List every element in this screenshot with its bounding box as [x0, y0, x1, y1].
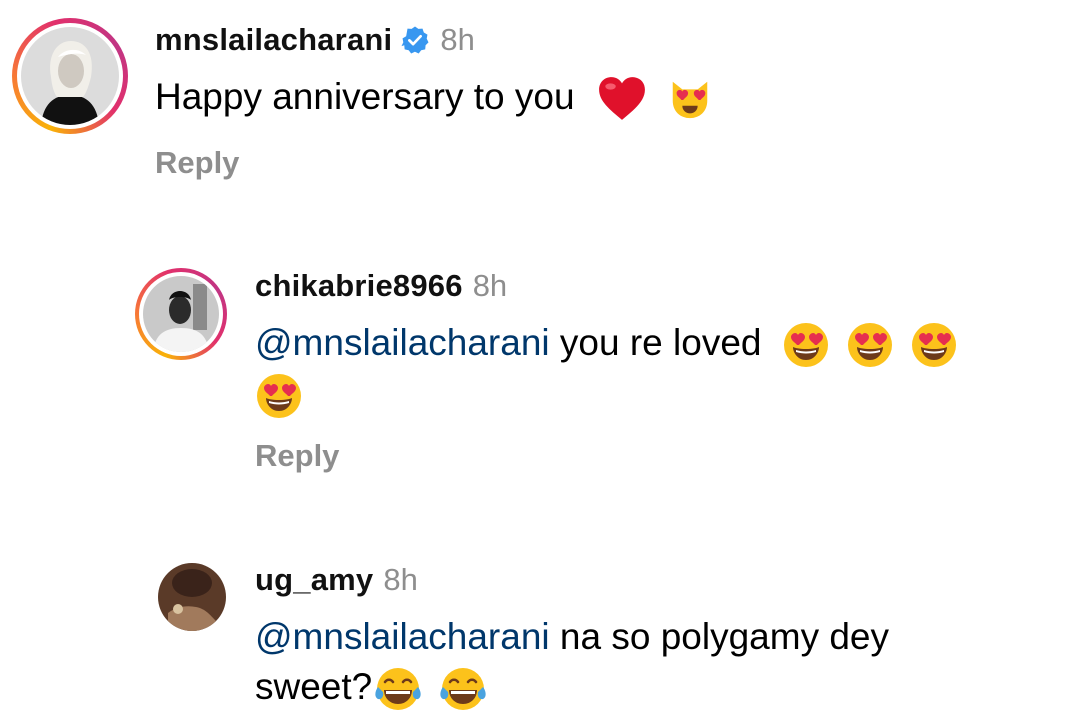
profile-photo — [21, 27, 119, 125]
avatar[interactable] — [135, 268, 227, 360]
red-heart-icon — [597, 74, 647, 124]
comment-text: na so polygamy dey — [559, 616, 890, 657]
profile-photo — [143, 276, 219, 352]
comment-username[interactable]: mnslailacharani — [155, 22, 392, 58]
comment-time: 8h — [383, 562, 418, 597]
tears-of-joy-icon — [374, 665, 422, 713]
heart-eyes-icon — [846, 321, 894, 369]
tears-of-joy-icon — [439, 665, 487, 713]
mention-link[interactable]: @mnslailacharani — [255, 616, 550, 657]
comment-username[interactable]: ug_amy — [255, 562, 373, 598]
heart-eyes-cat-icon — [667, 76, 713, 122]
profile-photo — [158, 563, 226, 631]
comment-text: Happy anniversary to you — [155, 76, 575, 117]
comment-username[interactable]: chikabrie8966 — [255, 268, 463, 304]
mention-link[interactable]: @mnslailacharani — [255, 322, 550, 363]
heart-eyes-icon — [255, 372, 303, 420]
comment-text-continued: sweet? — [255, 666, 373, 707]
avatar[interactable] — [158, 563, 226, 631]
comment-time: 8h — [472, 268, 508, 303]
comment-text-row: @mnslailacharani you re loved — [255, 318, 1035, 420]
reply-button[interactable]: Reply — [255, 438, 339, 474]
reply-button[interactable]: Reply — [155, 145, 239, 181]
comment-text: you re loved — [559, 322, 762, 363]
verified-badge-icon — [401, 26, 429, 54]
avatar[interactable] — [12, 18, 128, 134]
heart-eyes-icon — [910, 321, 958, 369]
comment-time: 8h — [440, 22, 475, 57]
heart-eyes-icon — [782, 321, 830, 369]
comment-text-row: @mnslailacharani na so polygamy dey swee… — [255, 612, 1035, 713]
comment-text-row: Happy anniversary to you — [155, 72, 713, 124]
